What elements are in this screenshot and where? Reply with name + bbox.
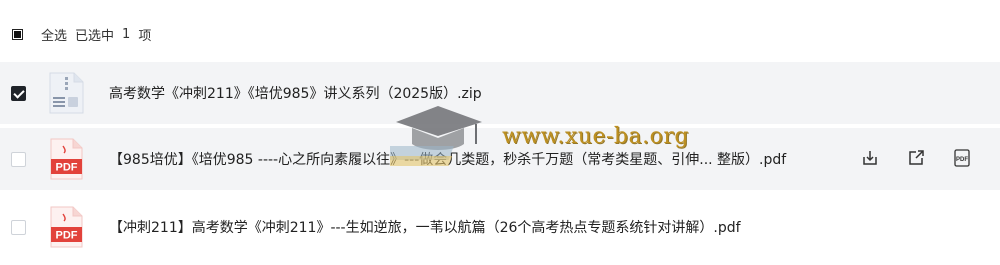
selection-header: 全选 已选中 1 项 [0, 0, 1000, 68]
file-row-pdf-1[interactable]: PDF 【985培优】《培优985 ----心之所向素履以往》---做会几类题，… [0, 128, 1000, 190]
share-icon[interactable] [904, 146, 928, 170]
pdf-file-icon: PDF [47, 205, 85, 249]
file-name[interactable]: 【985培优】《培优985 ----心之所向素履以往》---做会几类题，秒杀千万… [109, 149, 786, 169]
row-actions: PDF [858, 146, 974, 170]
selected-count: 1 [122, 26, 131, 42]
file-name[interactable]: 高考数学《冲刺211》《培优985》讲义系列（2025版）.zip [109, 83, 482, 103]
pdf-preview-icon[interactable]: PDF [950, 146, 974, 170]
pdf-icon-label: PDF [56, 162, 78, 174]
pdf-icon-label: PDF [56, 230, 78, 242]
zip-file-icon [47, 71, 85, 115]
selected-prefix: 已选中 [75, 28, 115, 44]
file-checkbox[interactable] [11, 85, 26, 101]
select-all-label[interactable]: 全选 [41, 25, 67, 44]
file-checkbox[interactable] [11, 219, 26, 235]
file-name[interactable]: 【冲刺211】高考数学《冲刺211》---生如逆旅，一苇以航篇（26个高考热点专… [109, 217, 741, 237]
selected-suffix: 项 [138, 28, 152, 44]
svg-text:PDF: PDF [956, 157, 968, 163]
select-all-checkbox[interactable] [12, 28, 23, 40]
file-checkbox[interactable] [11, 151, 26, 167]
file-row-pdf-2[interactable]: PDF 【冲刺211】高考数学《冲刺211》---生如逆旅，一苇以航篇（26个高… [0, 196, 1000, 258]
file-row-zip[interactable]: 高考数学《冲刺211》《培优985》讲义系列（2025版）.zip [0, 62, 1000, 124]
download-icon[interactable] [858, 146, 882, 170]
pdf-file-icon: PDF [47, 137, 85, 181]
